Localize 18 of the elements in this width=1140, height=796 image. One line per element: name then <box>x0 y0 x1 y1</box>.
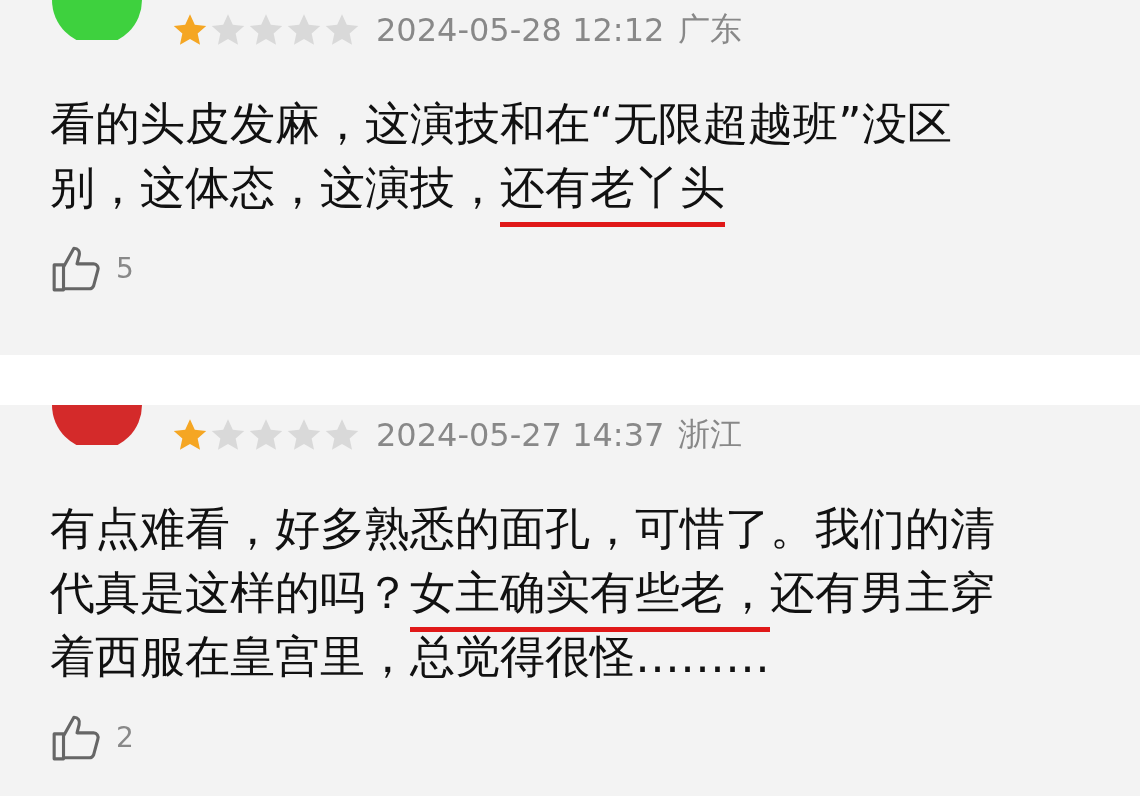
like-count: 5 <box>116 251 134 285</box>
star-icon <box>324 12 360 48</box>
comment-region: 浙江 <box>678 414 743 455</box>
star-icon <box>172 12 208 48</box>
star-icon <box>248 12 284 48</box>
star-icon <box>324 417 360 453</box>
like-count: 2 <box>116 720 134 754</box>
star-icon <box>286 12 322 48</box>
comment-region: 广东 <box>678 9 743 50</box>
comment-text: 有点难看，好多熟悉的面孔，可惜了。我们的清代真是这样的吗？女主确实有些老，还有男主穿着西服在皇宫里，总觉得很怪……… <box>50 501 996 685</box>
comment-text: 看的头皮发麻，这演技和在“无限超越班”没区别，这体态，这演技，还有老丫头 <box>50 92 1010 232</box>
star-icon <box>248 417 284 453</box>
star-icon <box>172 417 208 453</box>
comment-date: 2024-05-28 12:12 <box>376 11 665 49</box>
star-icon <box>210 12 246 48</box>
star-icon <box>286 417 322 453</box>
star-icon <box>210 417 246 453</box>
comment-date: 2024-05-27 14:37 <box>376 416 665 454</box>
